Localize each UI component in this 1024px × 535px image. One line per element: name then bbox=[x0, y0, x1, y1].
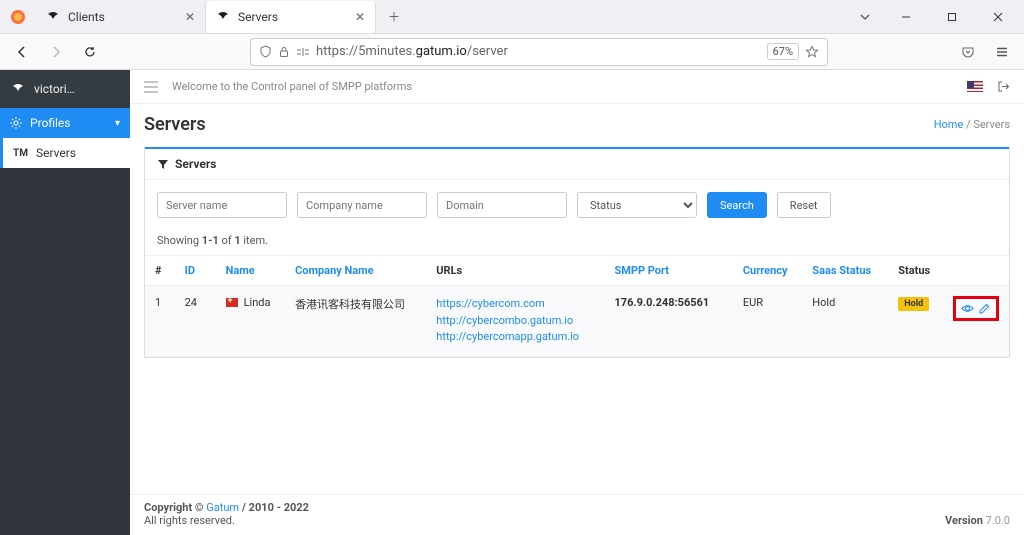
filter-bar: Status Search Reset bbox=[145, 180, 1009, 230]
new-tab-button[interactable]: ＋ bbox=[380, 3, 408, 31]
edit-icon[interactable] bbox=[978, 302, 991, 315]
tab-favicon bbox=[216, 10, 230, 24]
tab-title: Servers bbox=[238, 10, 278, 24]
actions-highlight bbox=[953, 296, 999, 321]
cell-company: 香港讯客科技有限公司 bbox=[285, 286, 426, 357]
table-row: 1 24 Linda 香港讯客科技有限公司 https://cybercom.c… bbox=[145, 286, 1009, 357]
col-actions bbox=[943, 256, 1009, 286]
url-text: https://5minutes.gatum.io/server bbox=[316, 44, 761, 59]
cell-smpp: 176.9.0.248:56561 bbox=[604, 286, 732, 357]
sidebar-toggle-icon[interactable] bbox=[144, 81, 158, 93]
window-maximize-button[interactable] bbox=[930, 2, 974, 32]
shield-icon bbox=[259, 45, 272, 58]
col-company[interactable]: Company Name bbox=[285, 256, 426, 286]
brand-icon bbox=[10, 81, 26, 97]
browser-tab-servers[interactable]: Servers ✕ bbox=[206, 1, 376, 33]
sidebar-item-label: Servers bbox=[36, 146, 76, 160]
tab-favicon bbox=[46, 10, 60, 24]
url-link[interactable]: http://cybercomapp.gatum.io bbox=[436, 329, 594, 346]
col-smpp[interactable]: SMPP Port bbox=[604, 256, 732, 286]
zoom-indicator[interactable]: 67% bbox=[767, 43, 799, 60]
main: Welcome to the Control panel of SMPP pla… bbox=[130, 70, 1024, 535]
col-currency[interactable]: Currency bbox=[733, 256, 802, 286]
window-minimize-button[interactable] bbox=[884, 2, 928, 32]
logout-icon[interactable] bbox=[997, 80, 1010, 93]
tabs-dropdown-icon[interactable] bbox=[848, 2, 882, 32]
sidebar-item-label: Profiles bbox=[30, 116, 71, 130]
chevron-down-icon: ▾ bbox=[115, 118, 120, 129]
lock-icon bbox=[278, 46, 290, 58]
filter-icon bbox=[157, 158, 169, 170]
sidebar-item-servers[interactable]: TM Servers bbox=[0, 138, 130, 168]
url-link[interactable]: http://cybercombo.gatum.io bbox=[436, 313, 594, 330]
breadcrumb: Home / Servers bbox=[934, 118, 1010, 131]
nav-back-button[interactable] bbox=[8, 38, 36, 66]
tab-close-icon[interactable]: ✕ bbox=[185, 10, 195, 24]
servers-table: # ID Name Company Name URLs SMPP Port Cu… bbox=[145, 255, 1009, 357]
topbar-welcome: Welcome to the Control panel of SMPP pla… bbox=[172, 80, 412, 93]
footer-brand-link[interactable]: Gatum bbox=[206, 501, 239, 514]
permissions-icon bbox=[296, 46, 310, 58]
app-menu-icon[interactable] bbox=[988, 38, 1016, 66]
cell-currency: EUR bbox=[733, 286, 802, 357]
showing-text: Showing 1-1 of 1 item. bbox=[145, 230, 1009, 255]
footer: Copyright © Gatum / 2010 - 2022 All righ… bbox=[130, 494, 1024, 535]
browser-tab-clients[interactable]: Clients ✕ bbox=[36, 1, 206, 33]
flag-us-icon[interactable] bbox=[967, 81, 983, 92]
sidebar-username: victori… bbox=[34, 82, 75, 96]
sidebar-item-prefix: TM bbox=[13, 148, 28, 159]
cell-status: Hold bbox=[888, 286, 943, 357]
page-header: Servers Home / Servers bbox=[130, 104, 1024, 141]
tab-close-icon[interactable]: ✕ bbox=[355, 10, 365, 24]
topbar: Welcome to the Control panel of SMPP pla… bbox=[130, 70, 1024, 104]
search-button[interactable]: Search bbox=[707, 192, 767, 218]
window-controls bbox=[848, 2, 1024, 32]
breadcrumb-home[interactable]: Home bbox=[934, 118, 964, 131]
page-title: Servers bbox=[144, 114, 206, 135]
gear-icon bbox=[10, 117, 22, 129]
server-name-input[interactable] bbox=[157, 192, 287, 218]
cell-id: 24 bbox=[175, 286, 216, 357]
browser-addressbar: https://5minutes.gatum.io/server 67% bbox=[0, 34, 1024, 70]
page: victori… Profiles ▾ TM Servers Welcome t… bbox=[0, 70, 1024, 535]
col-saas[interactable]: Saas Status bbox=[802, 256, 888, 286]
flag-ch-icon bbox=[226, 298, 238, 307]
cell-num: 1 bbox=[145, 286, 175, 357]
view-icon[interactable] bbox=[961, 302, 974, 315]
servers-panel: Servers Status Search Reset Showing 1-1 … bbox=[144, 147, 1010, 358]
browser-tabbar: Clients ✕ Servers ✕ ＋ bbox=[0, 0, 1024, 34]
bookmark-star-icon[interactable] bbox=[805, 45, 819, 59]
col-id[interactable]: ID bbox=[175, 256, 216, 286]
col-num: # bbox=[145, 256, 175, 286]
footer-version: Version 7.0.0 bbox=[945, 514, 1010, 527]
footer-rights: All rights reserved. bbox=[144, 514, 309, 527]
url-link[interactable]: https://cybercom.com bbox=[436, 296, 594, 313]
address-input[interactable]: https://5minutes.gatum.io/server 67% bbox=[250, 38, 828, 66]
reset-button[interactable]: Reset bbox=[777, 192, 831, 218]
status-select[interactable]: Status bbox=[577, 192, 697, 218]
pocket-icon[interactable] bbox=[954, 38, 982, 66]
nav-reload-button[interactable] bbox=[76, 38, 104, 66]
cell-saas: Hold bbox=[802, 286, 888, 357]
company-name-input[interactable] bbox=[297, 192, 427, 218]
tab-title: Clients bbox=[68, 10, 105, 24]
cell-urls: https://cybercom.com http://cybercombo.g… bbox=[426, 286, 604, 357]
domain-input[interactable] bbox=[437, 192, 567, 218]
cell-actions bbox=[943, 286, 1009, 357]
col-urls: URLs bbox=[426, 256, 604, 286]
sidebar: victori… Profiles ▾ TM Servers bbox=[0, 70, 130, 535]
panel-title: Servers bbox=[145, 149, 1009, 180]
window-close-button[interactable] bbox=[976, 2, 1020, 32]
sidebar-user[interactable]: victori… bbox=[0, 70, 130, 108]
firefox-icon bbox=[8, 7, 28, 27]
cell-name: Linda bbox=[216, 286, 285, 357]
breadcrumb-current: Servers bbox=[973, 118, 1010, 131]
col-status[interactable]: Status bbox=[888, 256, 943, 286]
nav-forward-button[interactable] bbox=[42, 38, 70, 66]
sidebar-item-profiles[interactable]: Profiles ▾ bbox=[0, 108, 130, 138]
col-name[interactable]: Name bbox=[216, 256, 285, 286]
